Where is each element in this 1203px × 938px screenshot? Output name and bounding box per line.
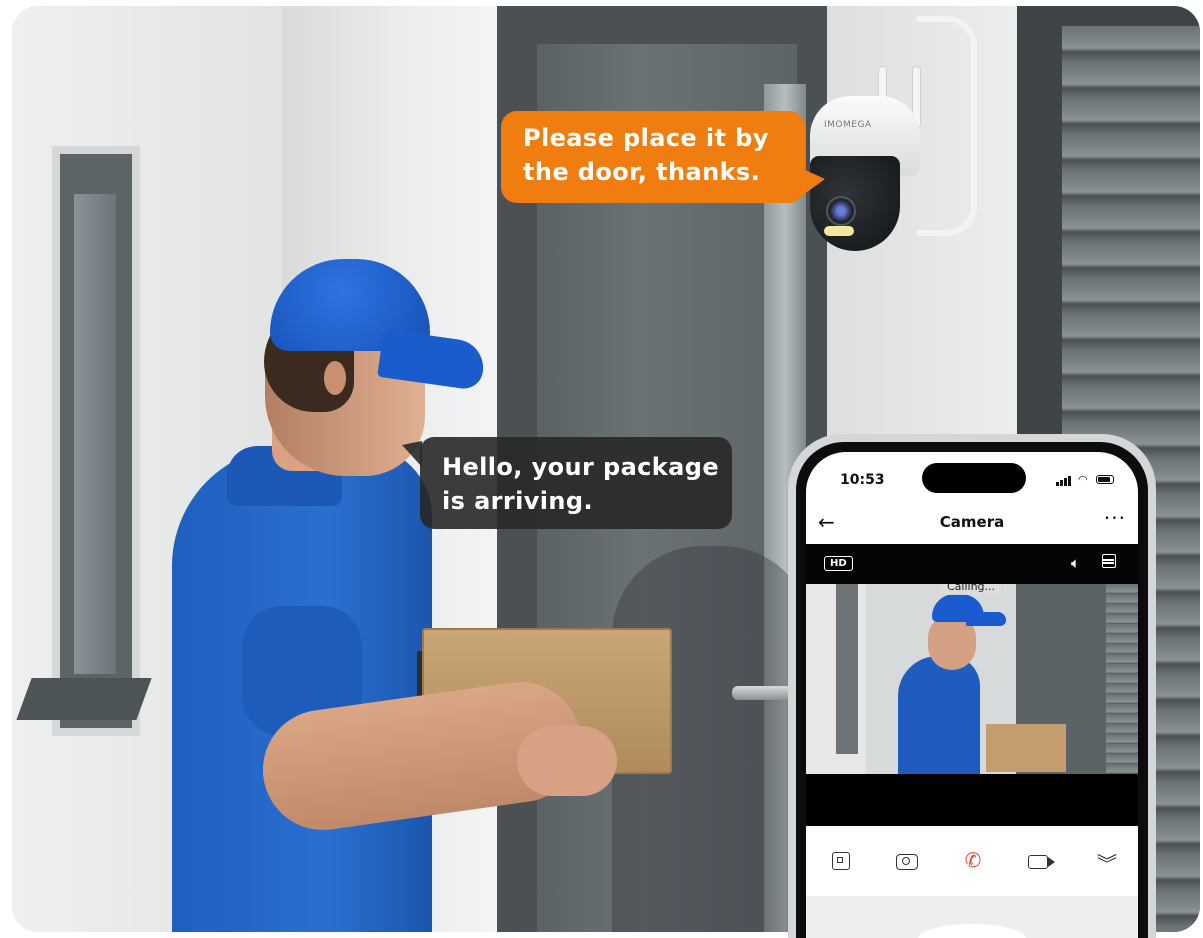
status-icons: ◠ <box>1056 473 1114 486</box>
phone-screen: 10:53 ◠ ← Camera ··· HD 🔈︎ Calling... ✆ … <box>806 452 1138 938</box>
layout-icon[interactable] <box>1102 554 1116 568</box>
live-video-feed[interactable]: Calling... <box>806 584 1138 774</box>
phone-call-icon[interactable]: ✆ <box>956 848 990 878</box>
window-sill <box>16 678 152 720</box>
signal-icon <box>1056 482 1059 486</box>
call-controls: ✆ ︾ <box>806 826 1138 896</box>
bottom-panel <box>806 896 1138 938</box>
camera-spotlight <box>824 226 854 236</box>
status-bar: 10:53 ◠ <box>806 452 1138 504</box>
courier-hand <box>517 726 617 796</box>
camera-speech-bubble: Please place it by the door, thanks. <box>501 111 825 203</box>
wifi-icon: ◠ <box>1078 473 1088 486</box>
wall-window <box>52 146 140 736</box>
camera-icon[interactable] <box>890 848 924 878</box>
security-camera: IMOMEGA <box>810 66 930 266</box>
courier-speech-bubble: Hello, your package is arriving. <box>402 437 732 529</box>
ellipsis-icon[interactable]: ··· <box>1104 506 1126 530</box>
screenshot-icon[interactable] <box>824 848 858 878</box>
dynamic-island <box>922 463 1026 493</box>
app-header: ← Camera ··· <box>806 504 1138 544</box>
chevron-down-icon[interactable]: ︾ <box>1090 848 1124 878</box>
courier-ear <box>324 361 346 395</box>
feed-package <box>986 724 1066 772</box>
video-letterbox <box>806 774 1138 826</box>
live-toolbar: HD 🔈︎ <box>806 544 1138 584</box>
door-handle <box>732 686 792 700</box>
camera-lens <box>826 196 856 226</box>
battery-icon <box>1096 475 1114 484</box>
status-time: 10:53 <box>840 472 885 488</box>
page-title: Camera <box>939 513 1005 531</box>
hd-quality-button[interactable]: HD <box>824 556 853 571</box>
video-record-icon[interactable] <box>1024 848 1058 878</box>
call-status: Calling... <box>941 584 1002 595</box>
feed-courier <box>898 656 980 774</box>
camera-brand-label: IMOMEGA <box>824 120 872 130</box>
smartphone: 10:53 ◠ ← Camera ··· HD 🔈︎ Calling... ✆ … <box>788 434 1156 938</box>
speaker-icon[interactable]: 🔈︎ <box>1071 554 1080 572</box>
